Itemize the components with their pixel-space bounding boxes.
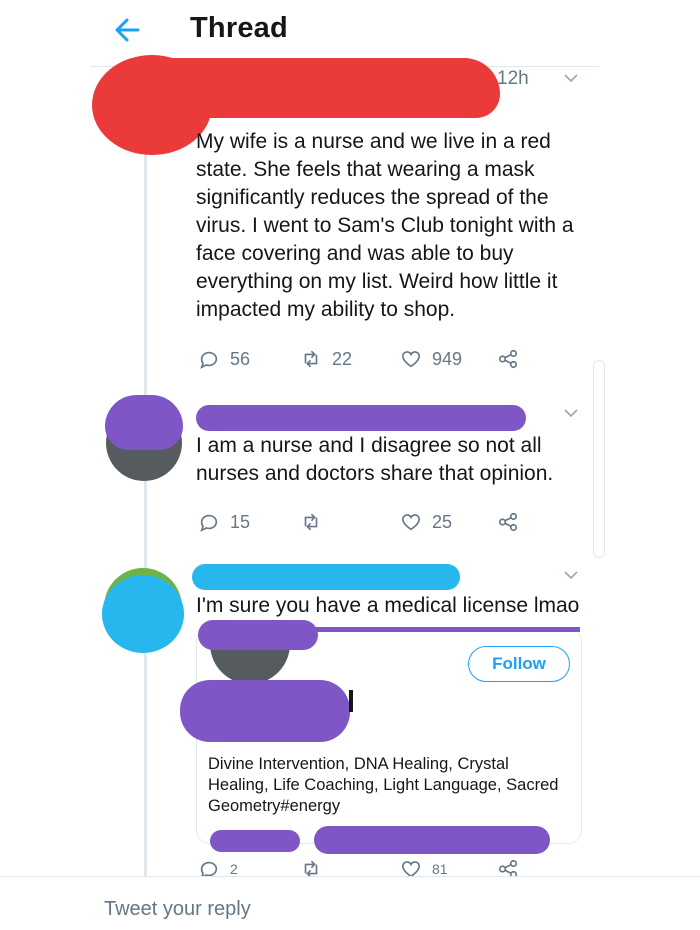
- tweet-text: I am a nurse and I disagree so not all n…: [196, 434, 554, 485]
- username-redaction: [150, 58, 500, 118]
- card-top-redaction: [300, 627, 580, 632]
- like-count: 25: [432, 511, 453, 532]
- share-button[interactable]: [497, 348, 519, 370]
- reply-count: 2: [230, 861, 238, 877]
- heart-icon: [401, 514, 421, 531]
- chevron-down-icon[interactable]: [563, 70, 579, 86]
- reply-input[interactable]: Tweet your reply: [104, 898, 251, 921]
- card-avatar-redaction: [198, 620, 318, 650]
- card-footer-redaction: [210, 830, 300, 852]
- tweet-text: My wife is a nurse and we live in a red …: [196, 130, 574, 321]
- thread-line: [144, 650, 147, 878]
- chevron-down-icon[interactable]: [563, 405, 579, 421]
- heart-icon: [401, 351, 421, 368]
- reply-count: 15: [230, 511, 251, 532]
- retweet-icon: [304, 350, 318, 368]
- thread-line: [144, 130, 147, 400]
- reply-count: 56: [230, 348, 251, 369]
- card-name-fragment: [349, 690, 353, 712]
- retweet-icon: [304, 513, 318, 531]
- avatar-redaction: [102, 575, 184, 653]
- like-count: 949: [432, 348, 463, 369]
- arrow-left-icon[interactable]: [110, 12, 146, 48]
- card-footer-redaction: [314, 826, 550, 854]
- follow-button[interactable]: Follow: [468, 646, 570, 682]
- share-icon: [498, 349, 518, 369]
- top-bar: [0, 0, 700, 62]
- chevron-down-icon[interactable]: [563, 567, 579, 583]
- like-button[interactable]: 25: [400, 511, 452, 533]
- username-redaction: [192, 564, 460, 590]
- tweet-text: I'm sure you have a medical license lmao: [196, 594, 580, 617]
- thread-line: [144, 480, 147, 580]
- reply-button[interactable]: 56: [198, 348, 250, 370]
- scrollbar[interactable]: [593, 360, 605, 558]
- card-name-redaction: [180, 680, 350, 742]
- tweet-time: 12h: [497, 68, 529, 89]
- like-button[interactable]: 949: [400, 348, 462, 370]
- retweet-button[interactable]: [300, 511, 322, 533]
- page-title: Thread: [190, 12, 288, 44]
- retweet-count: 22: [332, 348, 353, 369]
- card-bio: Divine Intervention, DNA Healing, Crysta…: [208, 755, 559, 815]
- share-button[interactable]: [497, 511, 519, 533]
- like-count: 81: [432, 861, 448, 877]
- retweet-button[interactable]: 22: [300, 348, 352, 370]
- reply-icon: [200, 351, 218, 369]
- reply-icon: [200, 514, 218, 532]
- username-redaction: [196, 405, 526, 431]
- share-icon: [498, 512, 518, 532]
- reply-button[interactable]: 15: [198, 511, 250, 533]
- avatar-redaction: [105, 395, 183, 450]
